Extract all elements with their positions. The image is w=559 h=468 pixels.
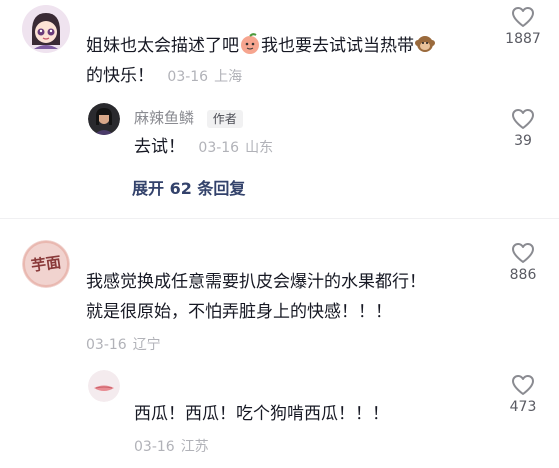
- comment-text-line2: 的快乐！ 03-16 上海: [86, 61, 248, 92]
- reply-like-button[interactable]: 39: [493, 108, 553, 149]
- comment-date: 03-16: [167, 69, 209, 85]
- comment-text-line1: 我感觉换成任意需要扒皮会爆汁的水果都行！: [86, 272, 426, 292]
- like-count: 886: [509, 267, 537, 283]
- reply-like-count: 473: [509, 399, 537, 415]
- heart-icon: [512, 109, 534, 129]
- reply-location: 江苏: [180, 439, 209, 455]
- heart-icon: [512, 243, 534, 263]
- reply-like-count: 39: [514, 133, 532, 149]
- comment-location: 辽宁: [132, 337, 161, 353]
- like-button[interactable]: 886: [493, 242, 553, 283]
- reply-text-row: 去试！ 03-16 山东: [134, 132, 279, 163]
- comment-text-line2-content: 的快乐！: [86, 66, 154, 86]
- reply-meta: 03-16 山东: [198, 140, 279, 156]
- reply-meta: 03-16 江苏: [134, 436, 215, 456]
- reply-author-row: 麻辣鱼鳞 作者: [134, 107, 243, 128]
- reply-location: 山东: [245, 140, 274, 156]
- reply-avatar[interactable]: [88, 370, 120, 402]
- comment-divider: [0, 218, 559, 219]
- author-tag: 作者: [206, 110, 243, 128]
- comment-location: 上海: [214, 69, 243, 85]
- comment-meta: 03-16 辽宁: [86, 334, 167, 354]
- reply-like-button[interactable]: 473: [493, 374, 553, 415]
- comment-date: 03-16: [86, 337, 127, 353]
- comment-text-part-a: 姐妹也太会描述了吧: [86, 36, 239, 56]
- comment-text-line2: 就是很原始，不怕弄脏身上的快感！！！: [86, 302, 392, 322]
- comment-avatar[interactable]: [22, 5, 70, 53]
- reply-avatar[interactable]: [88, 103, 120, 135]
- comment-text-part-b: 我也要去试试当热带: [261, 36, 414, 56]
- reply-date: 03-16: [198, 140, 240, 156]
- comment-avatar[interactable]: 芋面: [22, 240, 70, 288]
- monkey-icon: [414, 33, 436, 65]
- comment-text-line1: 姐妹也太会描述了吧 我也要去试试当热带: [86, 31, 436, 65]
- like-button[interactable]: 1887: [493, 6, 553, 47]
- heart-icon: [512, 375, 534, 395]
- like-count: 1887: [505, 31, 541, 47]
- heart-icon: [512, 7, 534, 27]
- reply-text: 去试！: [134, 137, 185, 157]
- reply-text: 西瓜！西瓜！吃个狗啃西瓜！！！: [134, 404, 389, 424]
- expand-replies-button[interactable]: 展开 62 条回复: [132, 175, 245, 199]
- comment-meta: 03-16 上海: [167, 69, 248, 85]
- reply-author-name[interactable]: 麻辣鱼鳞: [134, 109, 194, 127]
- reply-date: 03-16: [134, 439, 175, 455]
